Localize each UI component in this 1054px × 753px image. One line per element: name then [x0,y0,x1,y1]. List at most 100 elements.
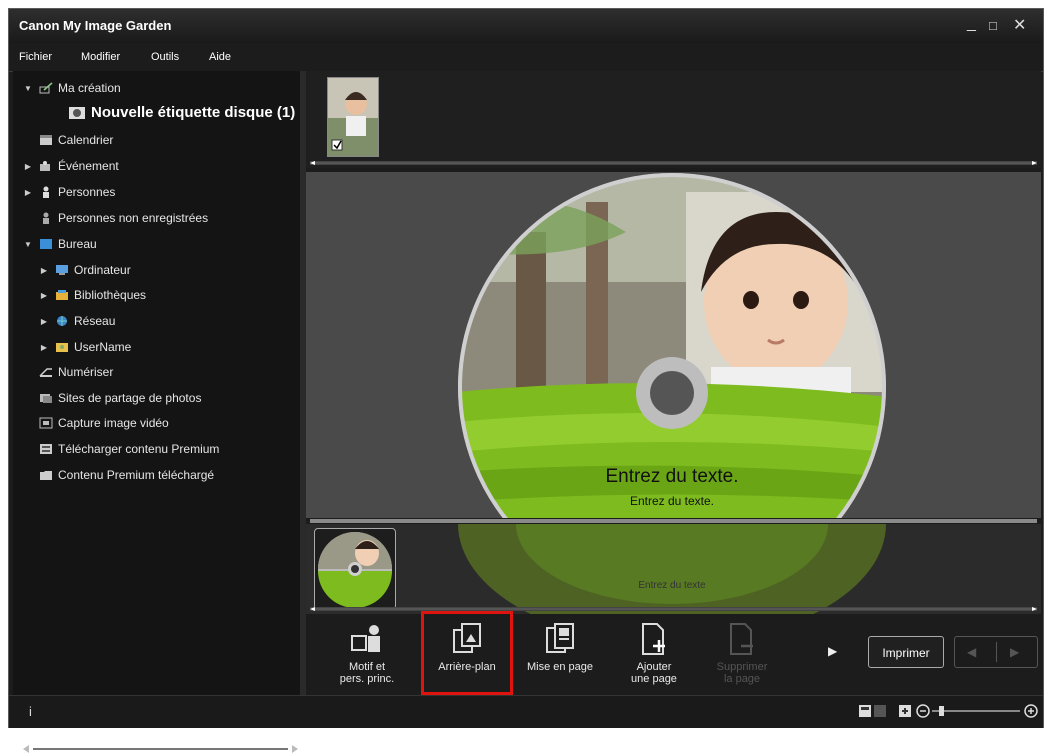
highlight-frame [421,611,513,695]
sidebar-horizontal-scrollbar[interactable] [23,745,298,753]
motif-button[interactable]: Motif et pers. princ. [324,622,410,685]
close-button[interactable]: ✕ [1013,15,1026,35]
people-icon [39,186,53,198]
tree-label: Bibliothèques [74,288,147,302]
title-bar: Canon My Image Garden _ □ ✕ [9,9,1043,43]
editor-area: Entrez du texte. Entrez du texte. Entrez… [306,71,1041,695]
mise-en-page-button[interactable]: Mise en page [517,622,603,673]
tree-label: Contenu Premium téléchargé [58,468,215,482]
tree-label: Personnes [58,185,116,199]
user-folder-icon [55,341,69,353]
expand-arrow-icon[interactable]: ▶ [23,188,33,197]
tree-item-sites-partage[interactable]: Sites de partage de photos [23,391,201,405]
add-page-icon [637,622,671,656]
disc-thumbnail-scrollbar[interactable] [310,607,1037,611]
button-label-line1: Mise en page [526,661,594,673]
tree-item-contenu-premium[interactable]: Contenu Premium téléchargé [23,468,214,482]
button-label-line2: la page [723,673,761,685]
disc-canvas: Entrez du texte. Entrez du texte. [306,172,1041,518]
tree-item-ordinateur[interactable]: ▶ Ordinateur [39,263,131,277]
prev-page-button[interactable]: ◀ [967,645,976,659]
tree-label: Capture image vidéo [58,416,169,430]
tree-item-capture-video[interactable]: Capture image vidéo [23,416,169,430]
ajouter-page-button[interactable]: Ajouter une page [611,622,697,685]
tree-label: Ma création [58,81,121,95]
disc-sub-text: Entrez du texte. [630,494,714,508]
button-label-line2: une page [631,673,677,685]
expand-arrow-icon[interactable]: ▶ [39,266,49,275]
layout-icon [543,622,577,656]
disc-reflection-text: Entrez du texte [638,580,706,591]
premium-folder-icon [39,469,53,481]
maximize-button[interactable]: □ [989,18,997,33]
print-button[interactable]: Imprimer [868,636,944,668]
expand-arrow-icon[interactable]: ▼ [23,240,33,249]
expand-arrow-icon[interactable]: ▶ [39,343,49,352]
tree-label: Personnes non enregistrées [58,211,209,225]
zoom-out-icon [916,704,930,718]
nav-divider [996,642,997,662]
tree-item-calendrier[interactable]: Calendrier [23,133,113,147]
next-page-button[interactable]: ▶ [1010,645,1019,659]
video-capture-icon [39,417,53,429]
menu-outils[interactable]: Outils [151,51,179,63]
tree-label: Numériser [58,365,114,379]
tree-label: Bureau [58,237,97,251]
tree-label: Sites de partage de photos [58,391,202,405]
window-title: Canon My Image Garden [19,18,172,33]
menu-modifier[interactable]: Modifier [81,51,120,63]
tree-item-numeriser[interactable]: Numériser [23,365,113,379]
delete-page-icon [725,622,759,656]
event-icon [39,160,53,172]
info-icon[interactable]: i [29,704,32,719]
more-tools-arrow-icon[interactable]: ▶ [828,644,837,658]
button-label-line1: Supprimer [716,661,768,673]
minimize-button[interactable]: _ [967,15,976,33]
tree-item-personnes[interactable]: ▶ Personnes [23,185,115,199]
page-thumbnail[interactable] [327,77,379,157]
tree-item-username[interactable]: ▶ UserName [39,340,131,354]
menu-bar: Fichier Modifier Outils Aide [9,43,1043,72]
canvas-splitter[interactable] [310,519,1037,523]
expand-arrow-icon[interactable]: ▶ [39,291,49,300]
unregistered-people-icon [39,212,53,224]
tree-label: Télécharger contenu Premium [58,442,220,456]
tree-item-evenement[interactable]: ▶ Événement [23,159,119,173]
tree-item-reseau[interactable]: ▶ Réseau [39,314,115,328]
tree-item-bibliotheques[interactable]: ▶ Bibliothèques [39,288,146,302]
tree-item-ma-creation[interactable]: ▼ Ma création [23,81,121,95]
tree-item-telecharger-premium[interactable]: Télécharger contenu Premium [23,442,219,456]
zoom-slider [932,706,1020,716]
tree-label: Ordinateur [74,263,131,277]
network-icon [55,315,69,327]
fit-view-icon [899,705,911,717]
status-bar: i [9,695,1043,728]
view-toggle-icon [859,705,886,717]
supprimer-page-button: Supprimer la page [699,622,785,685]
disc-label-icon [68,106,86,120]
button-label-line2: pers. princ. [339,673,395,685]
page-thumbnail-strip [306,71,1041,168]
tree-label: UserName [74,340,132,354]
expand-arrow-icon[interactable]: ▶ [39,317,49,326]
sidebar-tree: ▼ Ma création Nouvelle étiquette disque … [13,71,300,753]
tree-item-bureau[interactable]: ▼ Bureau [23,237,97,251]
photo-sharing-icon [39,392,53,404]
expand-arrow-icon[interactable]: ▼ [23,84,33,93]
lower-preview-panel: Entrez du texte [306,524,1041,614]
menu-fichier[interactable]: Fichier [19,51,52,63]
zoom-in-icon [1024,704,1038,718]
disc-main-text: Entrez du texte. [605,466,738,487]
tree-label: Réseau [74,314,116,328]
libraries-icon [55,289,69,301]
tree-item-personnes-non-enregistrees[interactable]: Personnes non enregistrées [23,211,208,225]
expand-arrow-icon[interactable]: ▶ [23,162,33,171]
disc-thumbnail[interactable] [314,528,396,610]
menu-aide[interactable]: Aide [209,51,231,63]
page-nav-group: ◀ ▶ [954,636,1038,668]
calendar-icon [39,134,53,146]
tree-label: Calendrier [58,133,114,147]
desktop-icon [39,238,53,250]
thumbnail-scrollbar[interactable] [310,161,1037,165]
tree-item-nouvelle-etiquette[interactable]: Nouvelle étiquette disque (1) [68,104,295,121]
